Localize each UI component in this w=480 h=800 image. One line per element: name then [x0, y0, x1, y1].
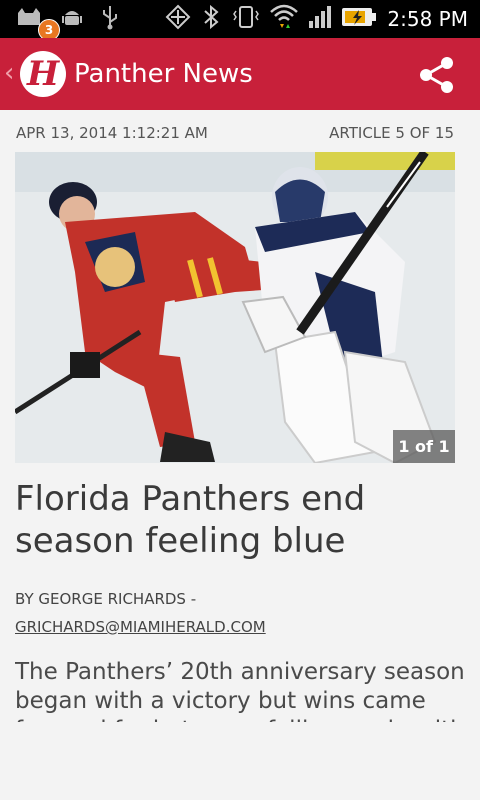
photo-counter: 1 of 1 [393, 430, 455, 463]
gps-icon [165, 4, 191, 34]
article-body: The Panthers’ 20th anniversary season be… [15, 659, 465, 722]
status-time: 2:58 PM [387, 7, 468, 31]
bluetooth-icon [203, 4, 219, 34]
usb-icon [100, 4, 120, 34]
vibrate-icon [231, 4, 261, 34]
article-headline: Florida Panthers end season feeling blue [15, 479, 366, 561]
article-position: ARTICLE 5 OF 15 [329, 124, 454, 142]
signal-icon [307, 4, 333, 34]
article-date: APR 13, 2014 1:12:21 AM [16, 124, 208, 142]
byline-author: BY GEORGE RICHARDS - [15, 590, 197, 608]
battery-charging-icon [341, 5, 377, 33]
android-icon [60, 5, 84, 33]
wifi-icon [269, 2, 299, 36]
share-icon [420, 57, 453, 93]
status-bar: 3 2:58 PM [0, 0, 480, 41]
hockey-photo-image [15, 152, 455, 463]
chevron-left-icon[interactable]: ‹ [4, 58, 14, 88]
share-button[interactable] [416, 54, 458, 96]
author-email-link[interactable]: GRICHARDS@MIAMIHERALD.COM [15, 613, 266, 641]
article-meta: APR 13, 2014 1:12:21 AM ARTICLE 5 OF 15 [16, 124, 454, 146]
byline: BY GEORGE RICHARDS - GRICHARDS@MIAMIHERA… [15, 585, 266, 641]
app-title: Panther News [74, 59, 253, 89]
miami-herald-logo[interactable]: H [20, 51, 66, 97]
article-photo[interactable]: 1 of 1 [15, 152, 455, 463]
app-bar: ‹ H Panther News [0, 38, 480, 110]
